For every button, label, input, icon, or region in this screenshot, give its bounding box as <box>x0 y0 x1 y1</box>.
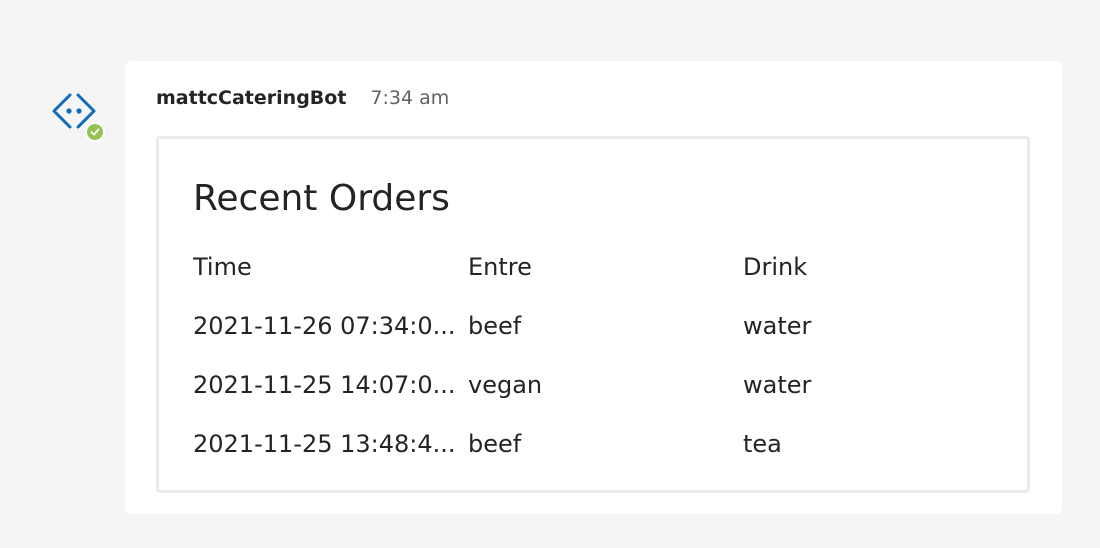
avatar[interactable] <box>50 89 105 142</box>
table-row: 2021-11-26 07:34:0... beef water <box>193 310 1013 369</box>
order-drink: tea <box>743 430 782 458</box>
message-timestamp: 7:34 am <box>370 87 450 109</box>
chat-message: mattcCateringBot 7:34 am Recent Orders T… <box>125 61 1062 514</box>
order-time: 2021-11-26 07:34:0... <box>193 312 456 340</box>
adaptive-card: Recent Orders Time Entre Drink 2021-11-2… <box>156 136 1030 493</box>
order-drink: water <box>743 371 812 399</box>
order-entre: beef <box>468 312 522 340</box>
status-badge <box>85 122 105 142</box>
column-header-time: Time <box>193 253 252 281</box>
table-row: 2021-11-25 13:48:4... beef tea <box>193 428 1013 487</box>
table-header-row: Time Entre Drink <box>193 251 1013 310</box>
order-entre: vegan <box>468 371 543 399</box>
checkmark-icon <box>90 128 100 136</box>
order-entre: beef <box>468 430 522 458</box>
order-time: 2021-11-25 13:48:4... <box>193 430 456 458</box>
sender-name[interactable]: mattcCateringBot <box>156 87 346 109</box>
column-header-drink: Drink <box>743 253 808 281</box>
order-time: 2021-11-25 14:07:0... <box>193 371 456 399</box>
card-title: Recent Orders <box>193 178 450 219</box>
orders-table: Time Entre Drink 2021-11-26 07:34:0... b… <box>193 251 1013 487</box>
table-row: 2021-11-25 14:07:0... vegan water <box>193 369 1013 428</box>
order-drink: water <box>743 312 812 340</box>
message-header: mattcCateringBot 7:34 am <box>156 87 449 111</box>
column-header-entre: Entre <box>468 253 532 281</box>
